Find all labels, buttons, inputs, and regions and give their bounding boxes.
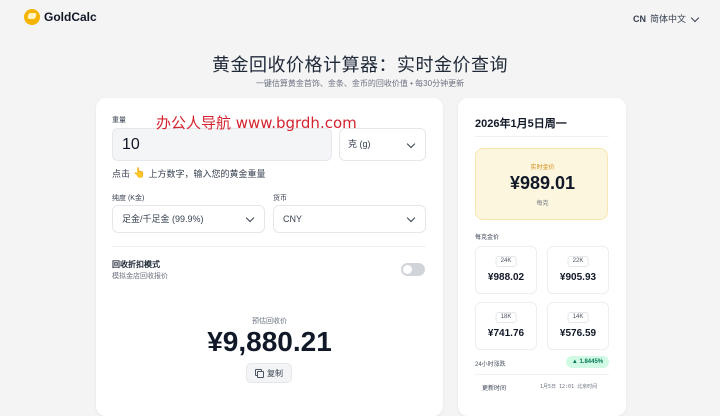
karat-price: ¥905.93 (559, 272, 597, 283)
weight-hint: 点击 👆 上方数字，输入您的黄金重量 (112, 167, 265, 180)
karat-price: ¥741.76 (487, 328, 525, 339)
currency-select-value: CNY (283, 214, 303, 224)
estimate-value: ¥9,880.21 (207, 326, 332, 357)
purity-select[interactable]: 足金/千足金 (99.9%) (112, 205, 265, 233)
language-selector[interactable]: CN 简体中文 (633, 12, 700, 25)
live-price-box: 实时金价 ¥989.01 每克 (475, 148, 608, 220)
unit-select-value: 克 (g) (348, 139, 371, 149)
estimate-label: 预估回收价 (252, 318, 287, 325)
live-price-unit: 每克 (536, 201, 549, 207)
calculator-card: 重量 10 办公人导航 www.bgrdh.com 克 (g) 点击 👆 上方数… (96, 98, 443, 416)
logo[interactable]: GoldCalc (24, 9, 97, 25)
unit-select[interactable]: 克 (g) (339, 128, 426, 161)
update-time-value: 1月5日 12:01 北京时间 (540, 384, 598, 390)
per-gram-label: 每克金价 (475, 235, 500, 241)
currency-select[interactable]: CNY (273, 205, 426, 233)
chevron-down-icon (690, 14, 700, 24)
karat-price-22k: 22K ¥905.93 (547, 246, 609, 294)
recycle-mode-title: 回收折扣模式 (112, 260, 160, 269)
hint-prefix: 点击 (112, 169, 131, 179)
chevron-down-icon (406, 214, 416, 224)
divider (112, 246, 426, 247)
language-code: CN (632, 13, 646, 24)
update-time-label: 更新时间 (482, 386, 507, 392)
hint-text: 上方数字，输入您的黄金重量 (148, 169, 266, 179)
copy-button[interactable]: 复制 (246, 363, 292, 383)
live-price-value: ¥989.01 (509, 173, 576, 193)
karat-badge: 18K (495, 312, 517, 323)
karat-badge: 24K (495, 256, 517, 267)
weight-label: 重量 (112, 117, 126, 124)
copy-icon (255, 369, 264, 378)
copy-button-label: 复制 (267, 368, 283, 378)
purity-select-value: 足金/千足金 (99.9%) (122, 214, 204, 224)
live-price-label: 实时金价 (530, 165, 555, 171)
pointing-hand-icon: 👆 (133, 168, 146, 179)
logo-text: GoldCalc (44, 10, 97, 24)
purity-label: 纯度 (K金) (112, 195, 145, 202)
karat-price: ¥576.59 (559, 328, 597, 339)
current-date: 2026年1月5日周一 (475, 118, 567, 130)
recycle-mode-subtitle: 模拟金店回收报价 (112, 273, 168, 280)
karat-price-14k: 14K ¥576.59 (547, 302, 609, 350)
page-subtitle: 一键估算黄金首饰、金条、金币的回收价值 • 每30分钟更新 (255, 79, 465, 88)
watermark-text: 办公人导航 www.bgrdh.com (156, 114, 357, 132)
karat-price: ¥988.02 (487, 272, 525, 283)
change-label: 24小时涨跌 (475, 362, 506, 368)
gold-bar-icon (24, 9, 40, 25)
language-name: 简体中文 (649, 14, 686, 24)
price-card: 2026年1月5日周一 实时金价 ¥989.01 每克 每克金价 24K ¥98… (458, 98, 626, 416)
karat-price-24k: 24K ¥988.02 (475, 246, 537, 294)
change-badge: ▲ 1.8445% (566, 356, 609, 368)
page-title: 黄金回收价格计算器：实时金价查询 (212, 55, 508, 75)
currency-label: 货币 (273, 195, 287, 202)
recycle-mode-toggle[interactable] (401, 263, 425, 276)
karat-badge: 22K (567, 256, 589, 267)
karat-badge: 14K (567, 312, 589, 323)
karat-price-18k: 18K ¥741.76 (475, 302, 537, 350)
chevron-down-icon (245, 214, 255, 224)
divider (475, 374, 609, 375)
chevron-down-icon (406, 140, 416, 150)
divider (475, 136, 609, 137)
top-bar: GoldCalc CN 简体中文 (0, 0, 720, 36)
